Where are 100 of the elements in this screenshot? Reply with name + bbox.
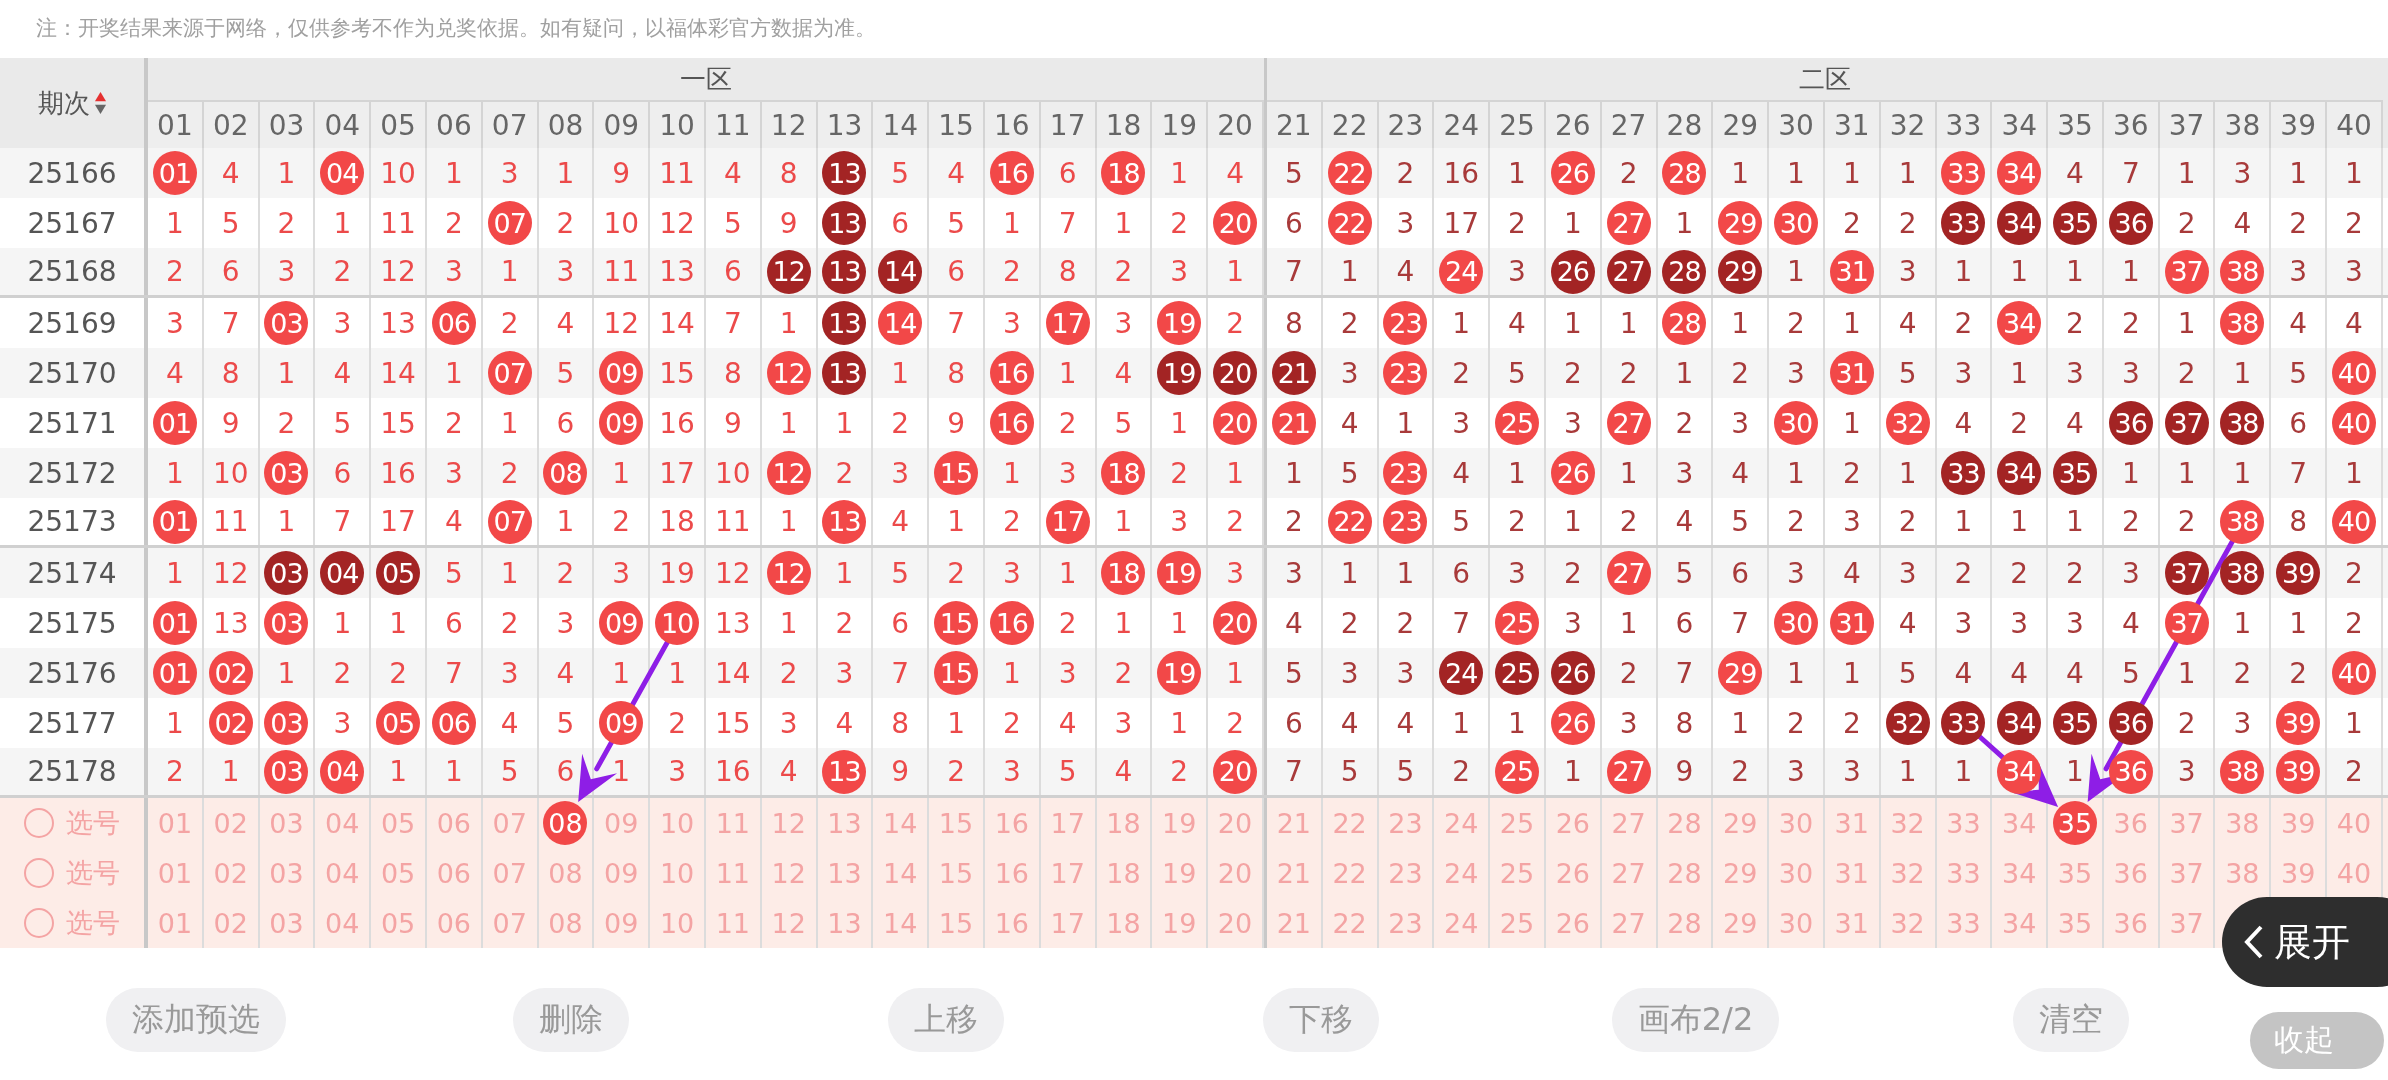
pick-number[interactable]: 37 — [2164, 801, 2209, 845]
pick-number[interactable]: 07 — [487, 901, 532, 945]
pick-number[interactable]: 25 — [1495, 801, 1539, 845]
pick-number[interactable]: 11 — [710, 901, 755, 945]
pick-number[interactable]: 20 — [1213, 901, 1258, 945]
action-button[interactable]: 下移 — [1262, 988, 1379, 1052]
action-button[interactable]: 清空 — [2012, 988, 2129, 1052]
pick-number[interactable]: 15 — [934, 901, 979, 945]
pick-number[interactable]: 27 — [1606, 801, 1651, 845]
pick-number[interactable]: 28 — [1662, 801, 1707, 845]
pick-number[interactable]: 07 — [487, 851, 532, 895]
pick-number[interactable]: 24 — [1439, 901, 1484, 945]
pick-number[interactable]: 11 — [710, 851, 755, 895]
pick-number[interactable]: 09 — [599, 851, 644, 895]
pick-number[interactable]: 02 — [208, 901, 253, 945]
pick-number[interactable]: 25 — [1495, 851, 1539, 895]
pick-number[interactable]: 02 — [208, 851, 253, 895]
pick-number[interactable]: 32 — [1885, 851, 1930, 895]
pick-number[interactable]: 28 — [1662, 851, 1707, 895]
sort-icon[interactable] — [93, 91, 107, 115]
collapse-button[interactable]: 收起 — [2250, 1012, 2384, 1069]
action-button[interactable]: 画布2/2 — [1611, 988, 1780, 1052]
pick-number[interactable]: 04 — [320, 801, 365, 845]
pick-number[interactable]: 24 — [1439, 801, 1484, 845]
pick-number[interactable]: 37 — [2164, 901, 2209, 945]
pick-number[interactable]: 10 — [655, 851, 700, 895]
pick-number[interactable]: 03 — [264, 901, 309, 945]
pick-number[interactable]: 21 — [1271, 901, 1316, 945]
pick-number[interactable]: 04 — [320, 901, 365, 945]
pick-number[interactable]: 07 — [487, 801, 532, 845]
pick-number[interactable]: 16 — [989, 901, 1034, 945]
pick-number[interactable]: 31 — [1829, 801, 1874, 845]
pick-number[interactable]: 14 — [878, 851, 923, 895]
radio-button[interactable] — [24, 808, 54, 838]
pick-number[interactable]: 10 — [655, 801, 700, 845]
pick-number[interactable]: 25 — [1495, 901, 1539, 945]
pick-number[interactable]: 06 — [431, 901, 476, 945]
action-button[interactable]: 上移 — [887, 988, 1004, 1052]
pick-number[interactable]: 34 — [1997, 801, 2042, 845]
pick-number[interactable]: 35 — [2053, 901, 2097, 945]
pick-number[interactable]: 26 — [1550, 801, 1595, 845]
action-button[interactable]: 删除 — [512, 988, 629, 1052]
pick-number[interactable]: 19 — [1157, 851, 1202, 895]
pick-number[interactable]: 03 — [264, 801, 309, 845]
pick-number[interactable]: 22 — [1327, 801, 1372, 845]
pick-number[interactable]: 05 — [376, 851, 421, 895]
pick-number[interactable]: 18 — [1101, 901, 1146, 945]
pick-number[interactable]: 29 — [1718, 901, 1763, 945]
pick-number[interactable]: 33 — [1941, 901, 1986, 945]
pick-number[interactable]: 31 — [1829, 851, 1874, 895]
pick-number[interactable]: 09 — [599, 801, 644, 845]
pick-number[interactable]: 36 — [2108, 801, 2153, 845]
pick-number[interactable]: 01 — [152, 901, 197, 945]
pick-number[interactable]: 14 — [878, 801, 923, 845]
pick-number[interactable]: 08 — [543, 851, 588, 895]
pick-number[interactable]: 35 — [2053, 851, 2097, 895]
pick-number[interactable]: 19 — [1157, 801, 1202, 845]
pick-number[interactable]: 11 — [710, 801, 755, 845]
pick-number[interactable]: 17 — [1045, 801, 1090, 845]
pick-label[interactable]: 选号 — [66, 855, 120, 891]
column-header[interactable]: 期次 — [37, 85, 90, 121]
pick-number[interactable]: 34 — [1997, 901, 2042, 945]
pick-number[interactable]: 17 — [1045, 851, 1090, 895]
radio-button[interactable] — [24, 908, 54, 938]
pick-number[interactable]: 18 — [1101, 801, 1146, 845]
pick-number[interactable]: 21 — [1271, 851, 1316, 895]
pick-number[interactable]: 18 — [1101, 851, 1146, 895]
pick-number[interactable]: 20 — [1213, 851, 1258, 895]
pick-number[interactable]: 34 — [1997, 851, 2042, 895]
pick-number[interactable]: 16 — [989, 801, 1034, 845]
pick-number[interactable]: 26 — [1550, 851, 1595, 895]
pick-number[interactable]: 20 — [1213, 801, 1258, 845]
pick-number[interactable]: 10 — [655, 901, 700, 945]
pick-number[interactable]: 30 — [1774, 901, 1818, 945]
pick-number[interactable]: 38 — [2220, 851, 2265, 895]
pick-number[interactable]: 30 — [1774, 801, 1818, 845]
pick-number[interactable]: 36 — [2108, 851, 2153, 895]
pick-number[interactable]: 04 — [320, 851, 365, 895]
expand-button[interactable]: 展开 — [2222, 897, 2388, 987]
pick-number[interactable]: 23 — [1383, 901, 1428, 945]
pick-number[interactable]: 37 — [2164, 851, 2209, 895]
pick-number[interactable]: 22 — [1327, 901, 1372, 945]
pick-number[interactable]: 40 — [2331, 851, 2376, 895]
pick-number[interactable]: 08 — [543, 901, 588, 945]
pick-number[interactable]: 26 — [1550, 901, 1595, 945]
pick-number[interactable]: 29 — [1718, 801, 1763, 845]
pick-number[interactable]: 23 — [1383, 801, 1428, 845]
pick-number[interactable]: 05 — [376, 801, 421, 845]
pick-number[interactable]: 22 — [1327, 851, 1372, 895]
pick-number[interactable]: 19 — [1157, 901, 1202, 945]
pick-number[interactable]: 39 — [2276, 851, 2321, 895]
pick-number[interactable]: 15 — [934, 801, 979, 845]
pick-number[interactable]: 35 — [2053, 801, 2097, 845]
pick-number[interactable]: 17 — [1045, 901, 1090, 945]
pick-number[interactable]: 06 — [431, 851, 476, 895]
pick-number[interactable]: 12 — [766, 901, 811, 945]
pick-number[interactable]: 01 — [152, 801, 197, 845]
pick-number[interactable]: 21 — [1271, 801, 1316, 845]
pick-label[interactable]: 选号 — [66, 905, 120, 941]
pick-number[interactable]: 40 — [2331, 801, 2376, 845]
